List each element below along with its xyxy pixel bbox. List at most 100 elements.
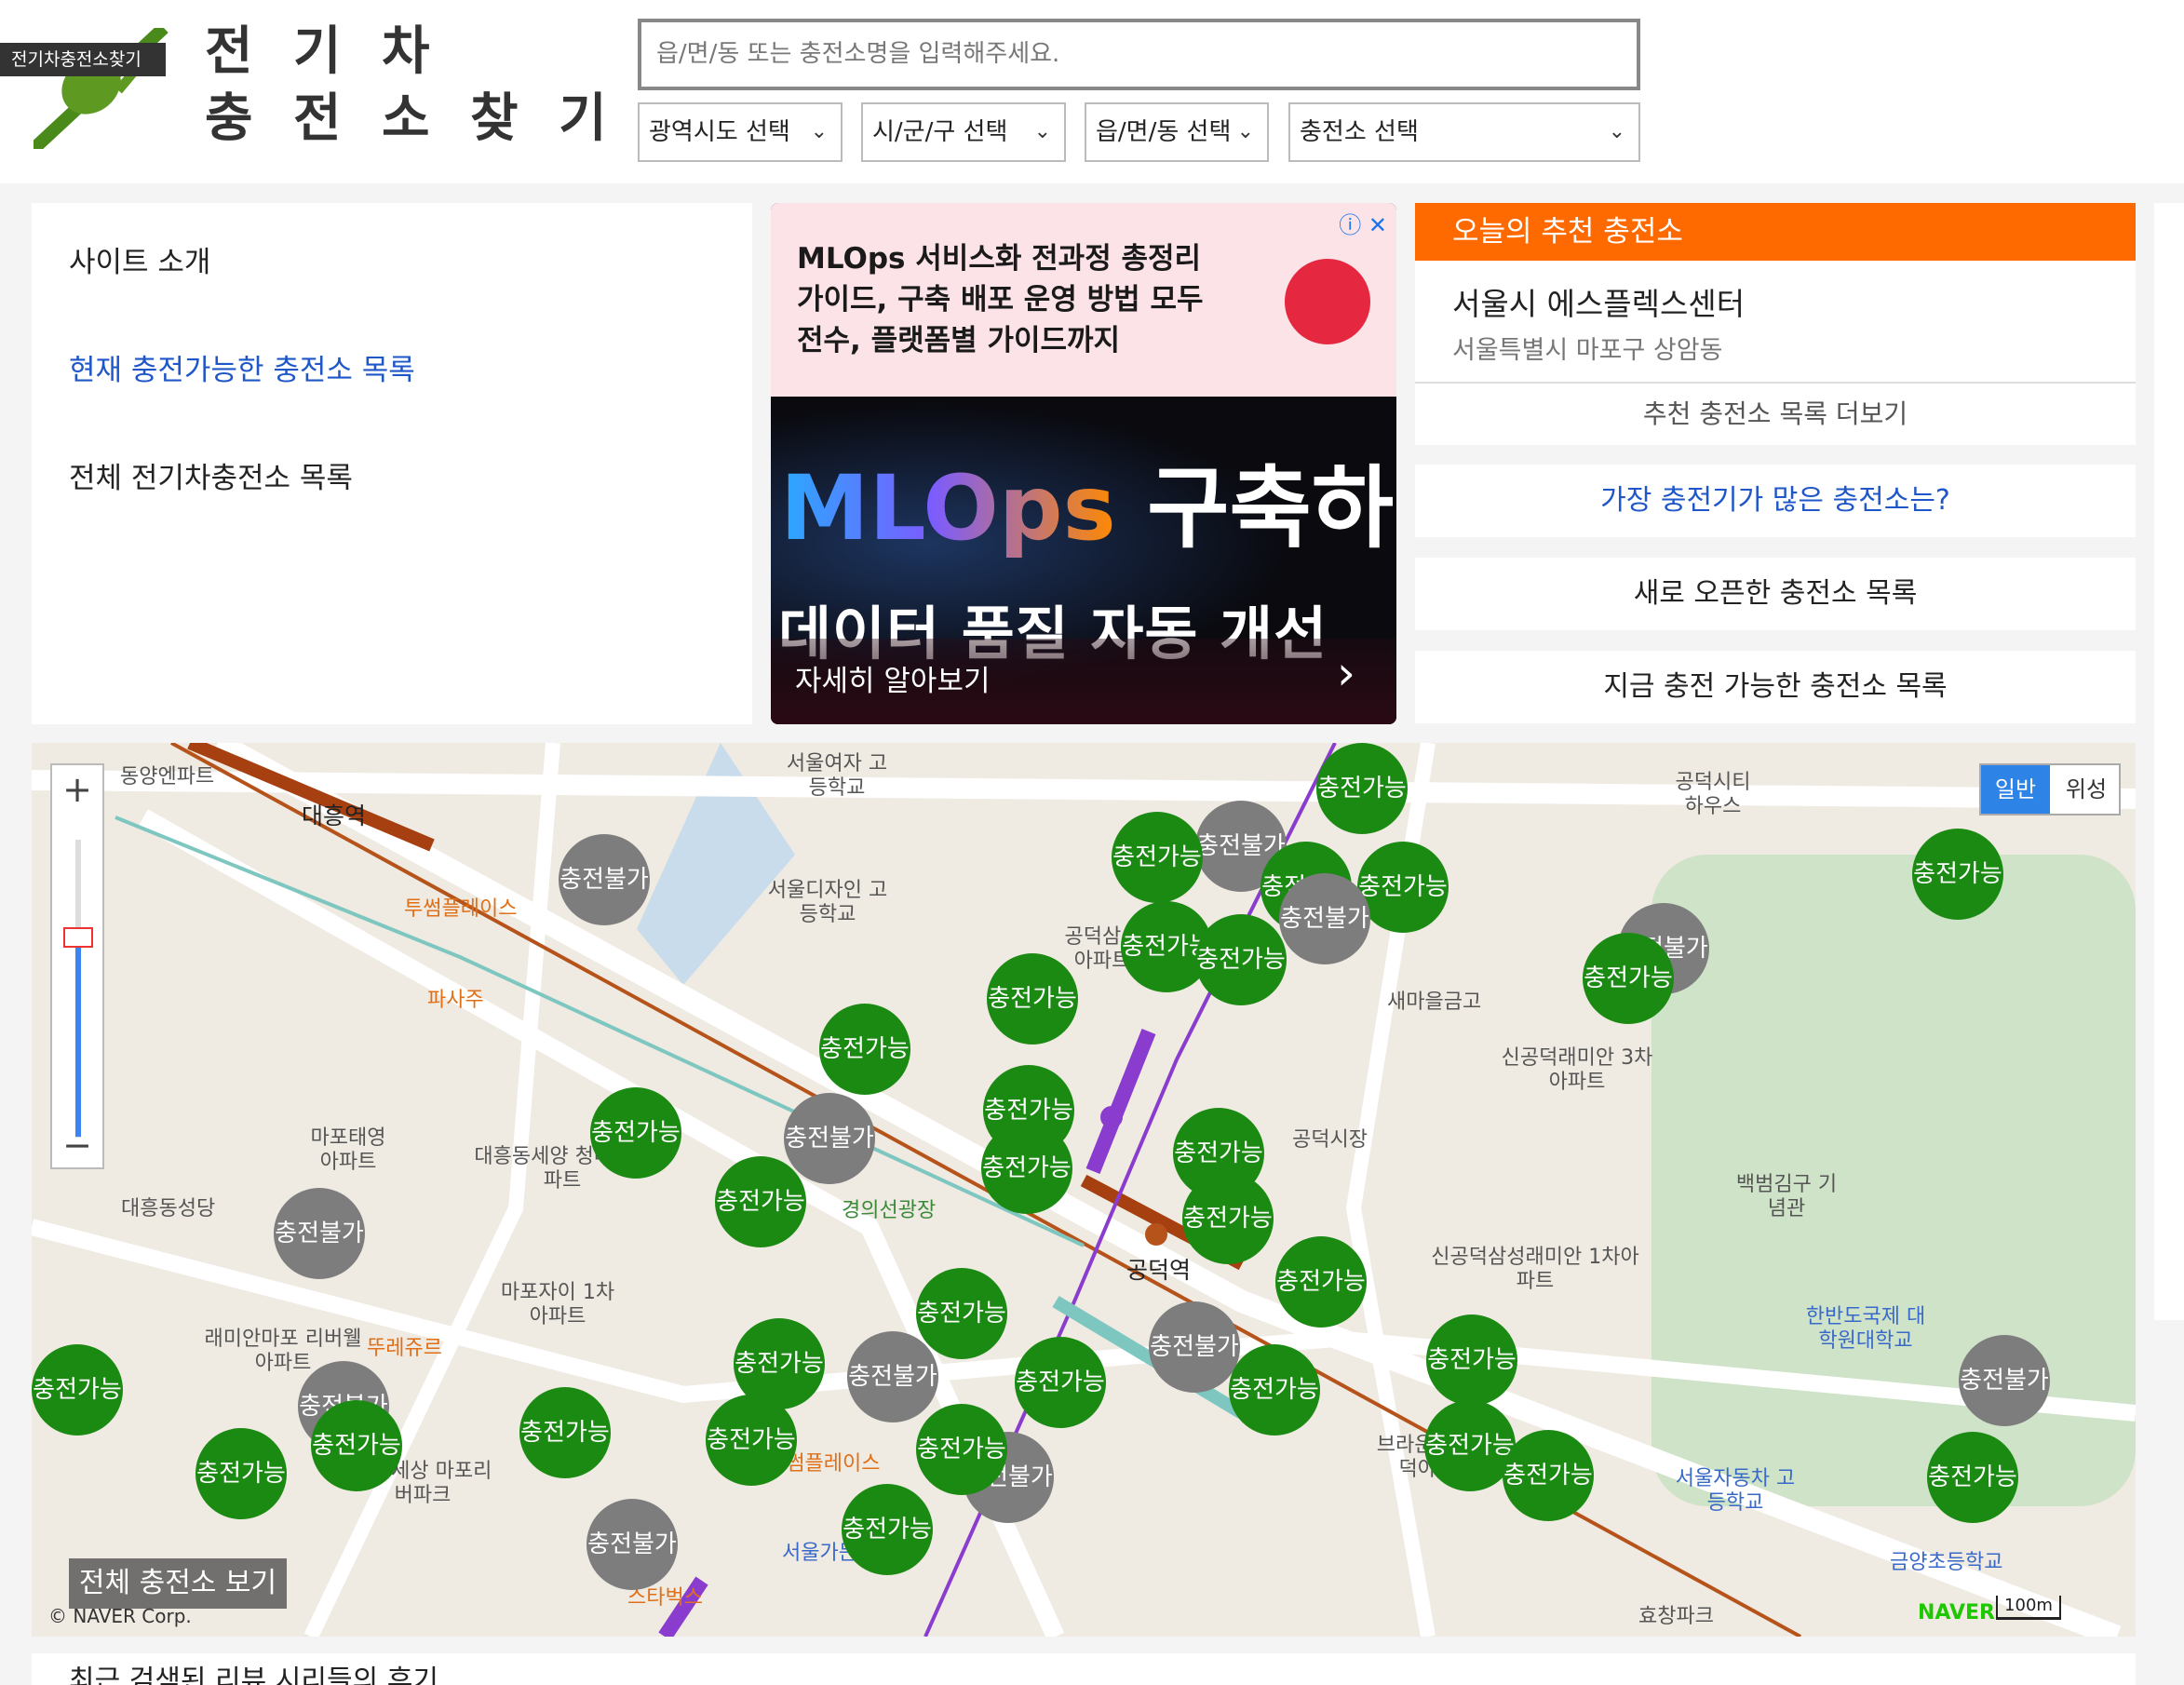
station-marker-available[interactable]: 충전가능 (842, 1484, 933, 1575)
station-marker-unavailable[interactable]: 충전불가 (784, 1093, 875, 1184)
station-marker-available[interactable]: 충전가능 (1229, 1344, 1320, 1436)
left-nav: 사이트 소개 현재 충전가능한 충전소 목록 전체 전기차충전소 목록 (32, 203, 752, 724)
ad-top: MLOps 서비스화 전과정 총정리 가이드, 구축 배포 운영 방법 모두 전… (771, 203, 1396, 397)
station-marker-unavailable[interactable]: 충전불가 (274, 1188, 365, 1279)
map-label: 신공덕삼성래미안 1차아파트 (1431, 1246, 1639, 1293)
city-select[interactable]: 시/군/구 선택 ⌄ (861, 102, 1066, 162)
region-select[interactable]: 광역시도 선택 ⌄ (638, 102, 843, 162)
recommend-heading: 오늘의 추천 충전소 (1415, 203, 2136, 261)
reviews-section-title: 최근 검색된 리뷰 시리들의 후기 (32, 1653, 2136, 1685)
station-marker-available[interactable]: 충전가능 (916, 1404, 1007, 1495)
ad-cta[interactable]: 자세히 알아보기 › (771, 639, 1396, 724)
map-label: 금양초등학교 (1890, 1551, 2003, 1574)
new-stations-link[interactable]: 새로 오픈한 충전소 목록 (1415, 558, 2136, 630)
station-marker-available[interactable]: 충전가능 (195, 1428, 287, 1519)
map-label: 공덕시장 (1292, 1128, 1368, 1152)
station-marker-available[interactable]: 충전가능 (311, 1400, 402, 1491)
chevron-down-icon: ⌄ (810, 120, 828, 143)
nav-available-list[interactable]: 현재 충전가능한 충전소 목록 (69, 346, 415, 388)
station-marker-available[interactable]: 충전가능 (1112, 812, 1203, 903)
map-label: 서울자동차 고등학교 (1675, 1467, 1796, 1515)
station-marker-available[interactable]: 충전가능 (981, 1123, 1072, 1214)
zoom-slider-handle[interactable] (63, 927, 93, 948)
ad-banner[interactable]: MLOps 서비스화 전과정 총정리 가이드, 구축 배포 운영 방법 모두 전… (771, 203, 1396, 724)
station-marker-available[interactable]: 충전가능 (1275, 1236, 1367, 1328)
station-marker-available[interactable]: 충전가능 (590, 1087, 681, 1179)
ad-headline: MLOps 구축하고 (780, 464, 1396, 553)
station-select[interactable]: 충전소 선택 ⌄ (1288, 102, 1640, 162)
chevron-right-icon: › (1337, 646, 1355, 700)
station-marker-available[interactable]: 충전가능 (519, 1387, 611, 1478)
title-line2: 충 전 소 찾 기 (205, 88, 618, 149)
station-marker-unavailable[interactable]: 충전불가 (1149, 1301, 1240, 1393)
map-label: 새마을금고 (1387, 991, 1482, 1014)
station-marker-available[interactable]: 충전가능 (1426, 1314, 1517, 1406)
zoom-out-button[interactable]: − (52, 1123, 102, 1167)
chevron-down-icon: ⌄ (1608, 120, 1625, 143)
station-marker-available[interactable]: 충전가능 (987, 953, 1078, 1045)
map-label: 신공덕래미안 3차아파트 (1501, 1046, 1653, 1094)
zoom-control[interactable]: + − (50, 763, 104, 1169)
nav-site-intro[interactable]: 사이트 소개 (69, 238, 210, 280)
town-select[interactable]: 읍/면/동 선택 ⌄ (1085, 102, 1269, 162)
map-label: 공덕역 (1126, 1257, 1192, 1284)
chevron-down-icon: ⌄ (1236, 120, 1254, 143)
recommend-card[interactable]: 서울시 에스플렉스센터 서울특별시 마포구 상암동 (1415, 261, 2136, 384)
station-marker-available[interactable]: 충전가능 (1195, 914, 1287, 1005)
station-marker-unavailable[interactable]: 충전불가 (586, 1499, 678, 1590)
map-label: 마포자이 1차아파트 (500, 1281, 615, 1328)
map-label: 파사주 (427, 989, 484, 1012)
station-marker-available[interactable]: 충전가능 (819, 1004, 910, 1095)
ad-logo (1285, 259, 1370, 344)
map-label: 동양엔파트 (120, 765, 215, 789)
town-select-label: 읍/면/동 선택 (1096, 118, 1232, 146)
station-marker-available[interactable]: 충전가능 (715, 1156, 806, 1247)
chevron-down-icon: ⌄ (1033, 120, 1051, 143)
map-type-normal-button[interactable]: 일반 (1981, 765, 2050, 814)
map-label: 스타벅스 (627, 1586, 703, 1610)
site-title[interactable]: 전 기 차 충 전 소 찾 기 (205, 19, 618, 153)
available-now-link[interactable]: 지금 충전 가능한 충전소 목록 (1415, 651, 2136, 723)
recommend-name: 서울시 에스플렉스센터 (1452, 286, 1746, 322)
station-marker-available[interactable]: 충전가능 (916, 1268, 1007, 1359)
station-marker-unavailable[interactable]: 충전불가 (1279, 873, 1370, 964)
map-label: 투썸플레이스 (404, 897, 518, 921)
recommend-more-link[interactable]: 추천 충전소 목록 더보기 (1415, 384, 2136, 445)
station-marker-available[interactable]: 충전가능 (1927, 1432, 2018, 1523)
station-marker-available[interactable]: 충전가능 (32, 1344, 123, 1436)
map-type-satellite-button[interactable]: 위성 (2052, 765, 2121, 814)
ad-headline-mlops: MLOps (780, 456, 1116, 560)
map-label: 마포태영 아파트 (310, 1126, 386, 1174)
station-marker-unavailable[interactable]: 충전불가 (559, 834, 650, 925)
station-marker-unavailable[interactable]: 충전불가 (1959, 1335, 2050, 1426)
side-panel (2154, 203, 2184, 1320)
station-marker-unavailable[interactable]: 충전불가 (847, 1331, 938, 1422)
station-select-label: 충전소 선택 (1300, 118, 1419, 146)
station-marker-available[interactable]: 충전가능 (1357, 842, 1449, 933)
map-label: 뚜레쥬르 (367, 1337, 442, 1360)
zoom-in-button[interactable]: + (52, 767, 102, 812)
station-marker-available[interactable]: 충전가능 (1503, 1430, 1594, 1521)
logo-tag: 전기차충전소찾기 (0, 43, 166, 76)
ad-cta-label: 자세히 알아보기 (795, 665, 991, 698)
map-copyright: © NAVER Corp. (48, 1605, 192, 1627)
station-marker-available[interactable]: 충전가능 (1316, 743, 1408, 834)
ad-close-icon[interactable]: ⓘ ✕ (1339, 207, 1387, 239)
naver-logo: NAVER (1918, 1601, 1995, 1624)
map-label: 서울여자 고등학교 (786, 752, 888, 800)
most-chargers-link[interactable]: 가장 충전기가 많은 충전소는? (1415, 465, 2136, 537)
search-input[interactable]: 읍/면/동 또는 충전소명을 입력해주세요. (638, 19, 1640, 90)
station-map[interactable]: 동양엔파트 대흥역 투썸플레이스 파사주 서울여자 고등학교 서울디자인 고등학… (32, 743, 2136, 1637)
ad-text: MLOps 서비스화 전과정 총정리 가이드, 구축 배포 운영 방법 모두 전… (797, 242, 1204, 357)
station-marker-available[interactable]: 충전가능 (1583, 933, 1674, 1024)
show-all-stations-button[interactable]: 전체 충전소 보기 (69, 1558, 287, 1609)
station-marker-available[interactable]: 충전가능 (706, 1395, 797, 1486)
map-label: 효창파크 (1638, 1605, 1714, 1628)
station-marker-available[interactable]: 충전가능 (1182, 1173, 1274, 1264)
map-label: 대흥역 (302, 802, 367, 829)
map-label: 서울디자인 고등학교 (767, 879, 888, 926)
station-marker-available[interactable]: 충전가능 (1015, 1337, 1106, 1428)
title-line1: 전 기 차 (205, 21, 441, 82)
station-marker-available[interactable]: 충전가능 (1912, 829, 2003, 920)
nav-all-list[interactable]: 전체 전기차충전소 목록 (69, 454, 353, 496)
